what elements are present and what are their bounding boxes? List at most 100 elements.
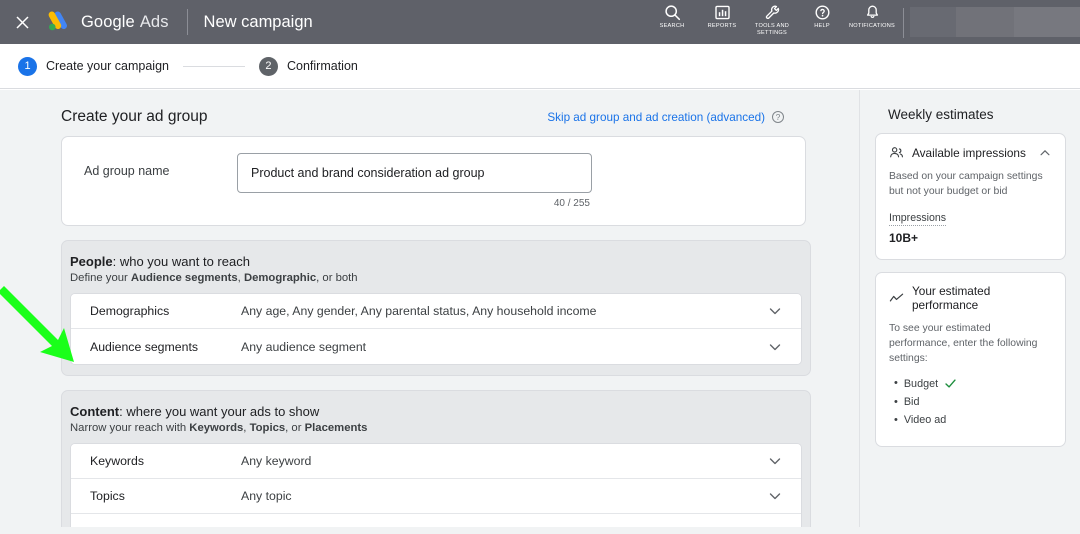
chevron-up-icon[interactable] xyxy=(1038,146,1052,160)
impressions-metric-value: 10B+ xyxy=(889,231,919,246)
tools-and-settings-button[interactable]: TOOLS AND SETTINGS xyxy=(747,4,797,37)
close-icon[interactable] xyxy=(0,0,44,44)
step-confirmation[interactable]: 2 Confirmation xyxy=(258,56,358,76)
search-button[interactable]: SEARCH xyxy=(647,4,697,30)
step-number-2: 2 xyxy=(258,56,278,76)
content-sub-pre: Narrow your reach with xyxy=(70,422,190,434)
row-value: Any keyword xyxy=(241,454,312,468)
row-topics[interactable]: Topics Any topic xyxy=(71,479,801,514)
topbar-divider xyxy=(186,9,188,35)
ad-group-name-card: Ad group name 40 / 255 xyxy=(61,136,806,226)
chevron-down-icon[interactable] xyxy=(767,453,783,469)
available-impressions-description: Based on your campaign settings but not … xyxy=(889,171,1043,198)
chevron-down-icon[interactable] xyxy=(767,524,783,528)
people-sub-bold-2: Demographic xyxy=(243,272,317,284)
chevron-down-icon[interactable] xyxy=(767,339,783,355)
weekly-estimates-title: Weekly estimates xyxy=(888,107,994,122)
row-keywords[interactable]: Keywords Any keyword xyxy=(71,444,801,479)
weekly-estimates-panel: Weekly estimates Available impressions B… xyxy=(861,90,1080,534)
row-label: Topics xyxy=(90,489,125,503)
bell-icon xyxy=(864,4,881,21)
row-value: Any audience segment xyxy=(241,339,367,354)
people-rows: Demographics Any age, Any gender, Any pa… xyxy=(70,293,802,365)
impressions-metric-label[interactable]: Impressions xyxy=(889,212,947,227)
step-create-your-campaign[interactable]: 1 Create your campaign xyxy=(18,56,169,76)
content-sub-post: , or xyxy=(285,422,305,434)
search-icon xyxy=(664,4,681,21)
people-sub-pre: Define your xyxy=(70,272,131,284)
people-section-title: People: who you want to reach xyxy=(70,254,810,269)
row-value: Any topic xyxy=(241,489,292,503)
row-placements[interactable]: Placements Any placement xyxy=(71,514,801,527)
content-sub-bold-2: Topics xyxy=(249,422,286,434)
topbar-right-divider xyxy=(903,8,904,38)
skip-ad-group-link[interactable]: Skip ad group and ad creation (advanced) xyxy=(547,111,765,124)
row-label: Demographics xyxy=(90,304,170,318)
reports-bar-chart-icon xyxy=(714,4,731,21)
reports-label: REPORTS xyxy=(707,23,737,29)
people-section-header: People: who you want to reach Define you… xyxy=(62,241,810,293)
content-section: Content: where you want your ads to show… xyxy=(61,390,811,527)
row-value: Any age, Any gender, Any parental status… xyxy=(241,304,597,318)
people-title-bold: People xyxy=(70,254,113,269)
chevron-down-icon[interactable] xyxy=(767,488,783,504)
people-section-subtitle: Define your Audience segments, Demograph… xyxy=(70,272,810,284)
wrench-icon xyxy=(764,4,781,21)
search-label: SEARCH xyxy=(659,23,685,29)
step-label-1: Create your campaign xyxy=(46,59,169,73)
ad-group-name-counter: 40 / 255 xyxy=(553,198,590,209)
tools-and-settings-label: TOOLS AND SETTINGS xyxy=(754,23,790,36)
people-group-icon xyxy=(889,145,904,160)
page-title: New campaign xyxy=(203,12,313,31)
reports-button[interactable]: REPORTS xyxy=(697,4,747,30)
content-title-rest: : where you want your ads to show xyxy=(119,404,320,419)
content-section-subtitle: Narrow your reach with Keywords, Topics,… xyxy=(70,422,810,434)
row-demographics[interactable]: Demographics Any age, Any gender, Any pa… xyxy=(71,294,801,329)
top-action-group: SEARCH REPORTS TOOLS AND SETTINGS HELP N… xyxy=(647,0,1080,44)
help-label: HELP xyxy=(814,23,830,29)
estimated-performance-card: Your estimated performance To see your e… xyxy=(875,272,1066,448)
trend-line-icon xyxy=(889,291,904,306)
account-redacted-block-1 xyxy=(910,7,956,37)
account-redacted-block-3 xyxy=(1014,7,1080,37)
step-number-1: 1 xyxy=(18,56,37,76)
available-impressions-card: Available impressions Based on your camp… xyxy=(875,133,1066,261)
top-app-bar: Google Ads New campaign SEARCH REPORTS T… xyxy=(0,0,1080,44)
skip-ad-group-area: Skip ad group and ad creation (advanced)… xyxy=(547,111,784,124)
ad-group-header: Create your ad group Skip ad group and a… xyxy=(61,90,806,136)
requirement-label: Bid xyxy=(903,396,920,409)
row-label: Keywords xyxy=(90,454,144,468)
help-question-icon xyxy=(814,4,831,21)
requirement-label: Budget xyxy=(903,377,939,390)
campaign-stepper: 1 Create your campaign 2 Confirmation xyxy=(0,44,1080,89)
help-button[interactable]: HELP xyxy=(797,4,847,30)
stepper-connector xyxy=(182,65,245,67)
people-sub-post: , or both xyxy=(316,272,358,284)
main-content-column: Create your ad group Skip ad group and a… xyxy=(0,90,860,527)
people-section: People: who you want to reach Define you… xyxy=(61,240,811,376)
chevron-down-icon[interactable] xyxy=(767,303,783,319)
requirement-label: Video ad xyxy=(903,414,947,427)
estimated-performance-requirements: • Budget • Bid • Video ad xyxy=(889,377,1052,426)
ad-group-name-label: Ad group name xyxy=(84,164,170,178)
people-sub-bold-1: Audience segments xyxy=(130,272,238,284)
content-rows: Keywords Any keyword Topics Any topic xyxy=(70,443,802,527)
green-check-icon xyxy=(944,377,957,390)
row-value: Any placement xyxy=(241,525,767,528)
account-redacted-block-2 xyxy=(956,7,1014,37)
content-section-header: Content: where you want your ads to show… xyxy=(62,391,810,443)
page-body: Create your ad group Skip ad group and a… xyxy=(0,90,1080,534)
ad-group-name-input[interactable] xyxy=(237,153,592,193)
bullet-dot-icon: • xyxy=(894,395,898,408)
brand-name: Google Ads xyxy=(81,13,169,32)
brand-google: Google xyxy=(81,12,135,31)
content-sub-bold-1: Keywords xyxy=(189,422,244,434)
requirement-budget: • Budget xyxy=(889,377,1052,390)
brand-ads: Ads xyxy=(139,12,169,31)
people-title-rest: : who you want to reach xyxy=(112,254,250,269)
help-question-icon[interactable]: ? xyxy=(772,111,784,123)
requirement-bid: • Bid xyxy=(889,396,1052,408)
notifications-button[interactable]: NOTIFICATIONS xyxy=(847,4,897,30)
row-audience-segments[interactable]: Audience segments Any audience segment xyxy=(71,329,801,364)
available-impressions-title: Available impressions xyxy=(912,145,1026,160)
